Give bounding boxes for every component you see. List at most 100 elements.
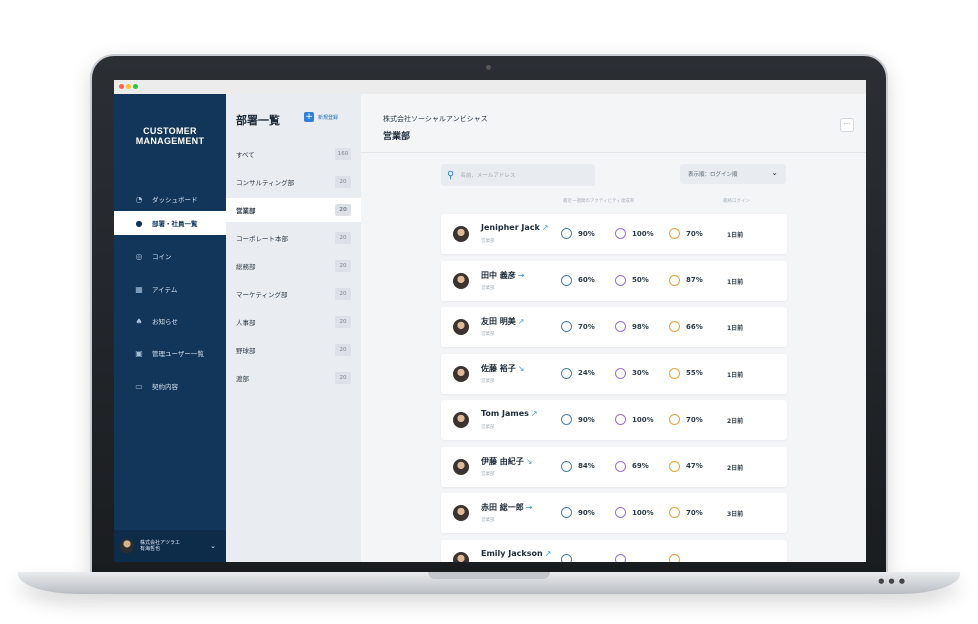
employee-name: Emily Jackson	[481, 548, 543, 558]
progress-ring-icon	[669, 228, 680, 239]
employee-department: 営業部	[481, 471, 495, 477]
department-name: 渡部	[236, 375, 249, 383]
metric-value: 90%	[578, 415, 595, 424]
chevron-down-icon[interactable]: ⌄	[210, 542, 216, 550]
metric-value: 70%	[686, 415, 703, 424]
progress-ring-icon	[561, 507, 572, 518]
department-row[interactable]: コンサルティング部 20	[226, 170, 361, 194]
user-menu[interactable]: 株式会社アツラエ 有海哲也 ⌄	[114, 530, 226, 562]
sidebar-item-4[interactable]: ♠ お知らせ	[114, 309, 226, 333]
employee-department: 営業部	[481, 518, 495, 523]
activity-metric: 90%	[561, 228, 595, 239]
contract-icon: ▭	[135, 381, 143, 391]
sidebar-item-label: 管理ユーザー一覧	[152, 350, 204, 358]
department-row[interactable]: すべて 160	[226, 142, 361, 166]
list-item[interactable]: Emily Jackson ↗	[441, 539, 787, 562]
employee-department: 営業部	[481, 332, 495, 337]
department-row[interactable]: コーポレート本部 20	[226, 226, 361, 250]
close-dot-icon[interactable]	[119, 84, 124, 89]
employee-name: 田中 義彦	[481, 270, 516, 280]
page-title: 営業部	[383, 132, 411, 142]
department-row[interactable]: 営業部 20	[226, 198, 361, 222]
activity-metric: 30%	[615, 367, 649, 379]
list-item[interactable]: 伊藤 由紀子 ↘ 営業部 84% 69% 47% 2日前	[441, 446, 787, 487]
avatar	[453, 505, 469, 521]
last-login: 2日前	[727, 464, 744, 472]
department-row[interactable]: マーケティング部 20	[226, 282, 361, 306]
metric-value: 100%	[632, 508, 654, 517]
list-item[interactable]: Jenipher Jack ↗ 営業部 90% 100% 70% 1日前	[441, 214, 787, 254]
progress-ring-icon	[669, 414, 680, 425]
list-item[interactable]: Tom James ↗ 営業部 90% 100% 70% 2日前	[441, 400, 787, 440]
department-row[interactable]: 人事部 20	[226, 310, 361, 334]
department-row[interactable]: 野球部 20	[226, 338, 361, 362]
sidebar-item-1[interactable]: ● 部署・社員一覧	[114, 211, 226, 235]
department-name: 野球部	[236, 347, 256, 355]
employee-name: 佐藤 裕子	[481, 363, 516, 373]
employee-name: 赤田 総一郎	[481, 503, 524, 512]
sidebar-item-label: 契約内容	[152, 383, 178, 391]
search-input[interactable]: ⚲ 名前、メールアドレス	[441, 164, 595, 186]
activity-metric: 90%	[561, 414, 595, 425]
activity-metric: 100%	[615, 507, 654, 518]
sidebar-item-3[interactable]: ▦ アイテム	[114, 277, 226, 301]
department-row[interactable]: 総務部 20	[226, 254, 361, 278]
list-item[interactable]: 友田 明美 ↗ 営業部 70% 98% 66% 1日前	[441, 307, 787, 347]
last-login: 1日前	[727, 325, 744, 332]
count-badge: 20	[335, 344, 351, 356]
avatar	[453, 319, 469, 335]
metric-value: 100%	[632, 415, 654, 424]
sort-label: 表示順：ログイン順	[688, 172, 738, 178]
employee-name-row: Jenipher Jack ↗	[481, 223, 549, 232]
count-badge: 20	[335, 232, 351, 244]
department-name: コーポレート本部	[236, 235, 288, 243]
department-row[interactable]: 渡部 20	[226, 366, 361, 390]
list-item[interactable]: 田中 義彦 → 営業部 60% 50% 87% 1日前	[441, 260, 787, 301]
more-options-button[interactable]: ···	[840, 118, 854, 132]
minimize-dot-icon[interactable]	[126, 84, 131, 89]
department-name: 総務部	[236, 263, 256, 271]
trend-arrow-icon: ↘	[525, 456, 533, 466]
activity-metric: 70%	[561, 321, 595, 332]
progress-ring-icon	[615, 228, 626, 239]
count-badge: 20	[335, 176, 351, 188]
camera-icon	[486, 65, 491, 70]
list-item[interactable]: 赤田 総一郎 → 営業部 90% 100% 70% 3日前	[441, 493, 787, 533]
new-department-button[interactable]: + 新規登録	[304, 112, 338, 122]
activity-metric: 70%	[669, 228, 703, 239]
sidebar-item-2[interactable]: ◎ コイン	[114, 244, 226, 268]
base-notch	[428, 572, 550, 579]
metric-value: 70%	[578, 322, 595, 331]
metric-value: 24%	[578, 369, 595, 377]
chevron-down-icon: ⌄	[771, 168, 778, 177]
search-icon: ⚲	[447, 169, 455, 181]
employee-name-row: Emily Jackson ↗	[481, 549, 551, 558]
laptop-base: ● ● ●	[18, 572, 960, 594]
last-login: 1日前	[727, 278, 744, 286]
progress-ring-icon	[669, 367, 680, 379]
department-name: すべて	[236, 151, 255, 159]
avatar	[453, 365, 469, 382]
metric-value: 50%	[632, 276, 649, 284]
avatar	[453, 272, 469, 289]
window-chrome	[114, 80, 866, 94]
sort-select[interactable]: 表示順：ログイン順 ⌄	[680, 164, 786, 184]
metric-value: 70%	[686, 508, 703, 517]
user-icon: ●	[135, 218, 143, 228]
progress-ring-icon	[615, 367, 626, 379]
sidebar-item-0[interactable]: ◔ ダッシュボード	[114, 187, 226, 211]
maximize-dot-icon[interactable]	[133, 84, 138, 89]
app-screen: CUSTOMER MANAGEMENT ◔ ダッシュボード ● 部署・社員一覧 ◎ コイン…	[114, 80, 866, 562]
progress-ring-icon	[561, 414, 572, 425]
sidebar-item-label: お知らせ	[152, 318, 178, 326]
sidebar: CUSTOMER MANAGEMENT ◔ ダッシュボード ● 部署・社員一覧 ◎ コイン…	[114, 94, 226, 562]
list-item[interactable]: 佐藤 裕子 ↘ 営業部 24% 30% 55% 1日前	[441, 353, 787, 394]
sidebar-item-5[interactable]: ▣ 管理ユーザー一覧	[114, 341, 226, 365]
metric-value: 66%	[686, 322, 703, 331]
department-name: 人事部	[236, 319, 256, 327]
sidebar-item-label: 部署・社員一覧	[152, 220, 198, 228]
sidebar-item-6[interactable]: ▭ 契約内容	[114, 374, 226, 398]
employee-name-row: Tom James ↗	[481, 409, 538, 418]
progress-ring-icon	[669, 553, 680, 562]
employee-name-row: 赤田 総一郎 →	[481, 502, 533, 513]
